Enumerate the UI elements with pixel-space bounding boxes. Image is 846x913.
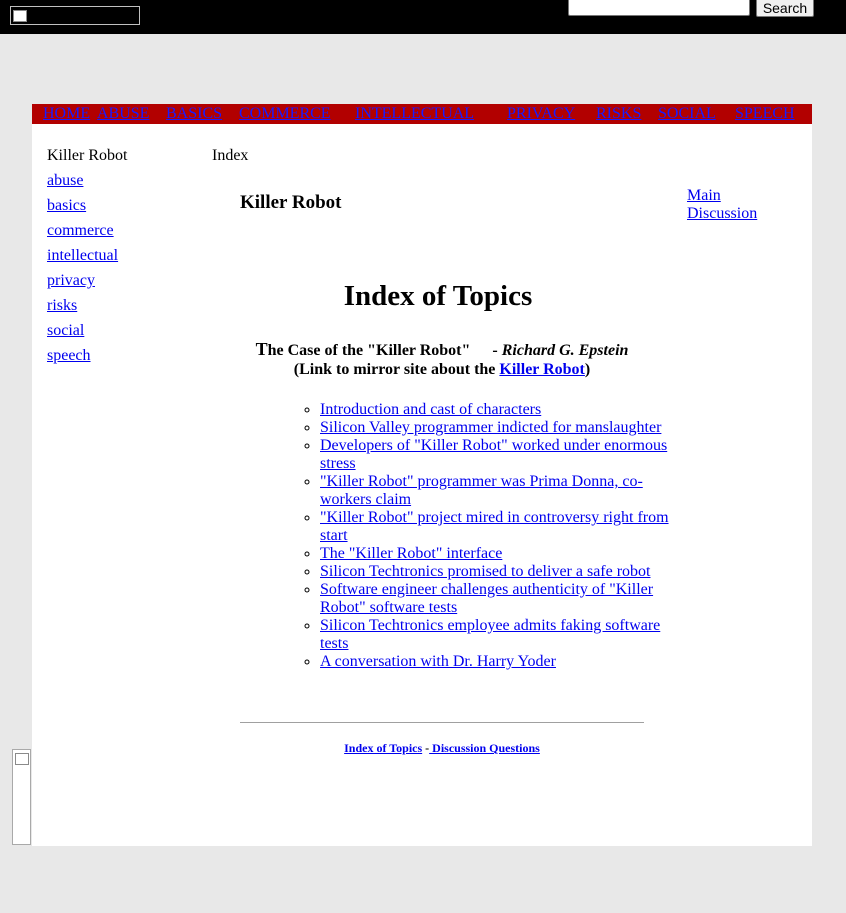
mirror-prefix: (Link to mirror site about the: [293, 361, 500, 378]
broken-image-icon: [15, 753, 29, 765]
sidebar-item-commerce[interactable]: commerce: [47, 222, 114, 239]
list-item: "Killer Robot" project mired in controve…: [320, 509, 688, 545]
topic-link-harry-yoder[interactable]: A conversation with Dr. Harry Yoder: [320, 653, 556, 670]
sidebar-item-intellectual[interactable]: intellectual: [47, 247, 118, 264]
list-item: Silicon Valley programmer indicted for m…: [320, 419, 688, 437]
list-item: Introduction and cast of characters: [320, 401, 688, 419]
page-heading: Killer Robot: [240, 192, 342, 213]
topic-link-prima-donna[interactable]: "Killer Robot" programmer was Prima Donn…: [320, 473, 643, 508]
list-item: Developers of "Killer Robot" worked unde…: [320, 437, 688, 473]
side-banner-image: [12, 749, 31, 845]
sidebar-item-abuse[interactable]: abuse: [47, 172, 83, 189]
main-discussion-link-line1: Main: [687, 187, 721, 204]
topic-link-developers-stress[interactable]: Developers of "Killer Robot" worked unde…: [320, 437, 667, 472]
nav-intellectual[interactable]: INTELLECTUAL: [355, 104, 474, 124]
list-item: Silicon Techtronics promised to deliver …: [320, 563, 688, 581]
search-button[interactable]: Search: [756, 0, 814, 17]
author-dash: -: [492, 342, 498, 359]
mirror-site-link[interactable]: Killer Robot: [499, 361, 584, 378]
list-item: The "Killer Robot" interface: [320, 545, 688, 563]
sidebar-item-privacy[interactable]: privacy: [47, 272, 95, 289]
divider: [240, 722, 644, 723]
author-name: Richard G. Epstein: [501, 342, 629, 359]
topic-link-project-controversy[interactable]: "Killer Robot" project mired in controve…: [320, 509, 669, 544]
topic-link-safe-robot[interactable]: Silicon Techtronics promised to deliver …: [320, 563, 651, 580]
site-logo-image[interactable]: [10, 6, 140, 25]
sidebar-title: Killer Robot: [47, 147, 128, 164]
top-nav: HOME ABUSE BASICS COMMERCE INTELLECTUAL …: [32, 104, 812, 124]
main-discussion-link-line2: Discussion: [687, 205, 758, 222]
list-item: A conversation with Dr. Harry Yoder: [320, 653, 688, 671]
sidebar-item-basics[interactable]: basics: [47, 197, 86, 214]
case-title: he Case of the "Killer Robot": [267, 342, 471, 359]
footer-discussion-link[interactable]: Discussion Questions: [429, 741, 540, 755]
case-title-initial: T: [255, 339, 268, 359]
nav-risks[interactable]: RISKS: [596, 104, 641, 124]
topic-link-introduction[interactable]: Introduction and cast of characters: [320, 401, 541, 418]
main-title: Index of Topics: [343, 280, 533, 312]
list-item: Software engineer challenges authenticit…: [320, 581, 688, 617]
sidebar: Killer Robot abuse basics commerce intel…: [47, 146, 127, 371]
nav-social[interactable]: SOCIAL: [658, 104, 716, 124]
nav-privacy[interactable]: PRIVACY: [507, 104, 575, 124]
nav-abuse[interactable]: ABUSE: [97, 104, 149, 124]
sidebar-item-risks[interactable]: risks: [47, 297, 77, 314]
broken-image-icon: [13, 10, 27, 22]
topic-link-interface[interactable]: The "Killer Robot" interface: [320, 545, 502, 562]
main-discussion-link[interactable]: Main Discussion: [687, 187, 757, 222]
nav-speech[interactable]: SPEECH: [735, 104, 795, 124]
topics-list: Introduction and cast of characters Sili…: [280, 401, 688, 671]
list-item: "Killer Robot" programmer was Prima Donn…: [320, 473, 688, 509]
nav-commerce[interactable]: COMMERCE: [239, 104, 331, 124]
sidebar-item-speech[interactable]: speech: [47, 347, 91, 364]
topic-link-programmer-indicted[interactable]: Silicon Valley programmer indicted for m…: [320, 419, 661, 436]
topic-link-faking-tests[interactable]: Silicon Techtronics employee admits faki…: [320, 617, 660, 652]
list-item: Silicon Techtronics employee admits faki…: [320, 617, 688, 653]
breadcrumb: Index: [212, 147, 249, 164]
topic-link-software-tests-authenticity[interactable]: Software engineer challenges authenticit…: [320, 581, 653, 616]
mirror-suffix: ): [584, 361, 591, 378]
nav-home[interactable]: HOME: [43, 104, 90, 124]
footer-links: Index of Topics - Discussion Questions: [240, 741, 644, 756]
main-discussion-link-block: Main Discussion: [687, 187, 757, 223]
top-bar: Search: [0, 0, 846, 34]
search-input[interactable]: [568, 0, 750, 16]
nav-basics[interactable]: BASICS: [166, 104, 222, 124]
case-subtitle: The Case of the "Killer Robot" - Richard …: [240, 340, 644, 379]
sidebar-item-social[interactable]: social: [47, 322, 84, 339]
footer-index-link[interactable]: Index of Topics: [344, 741, 422, 755]
